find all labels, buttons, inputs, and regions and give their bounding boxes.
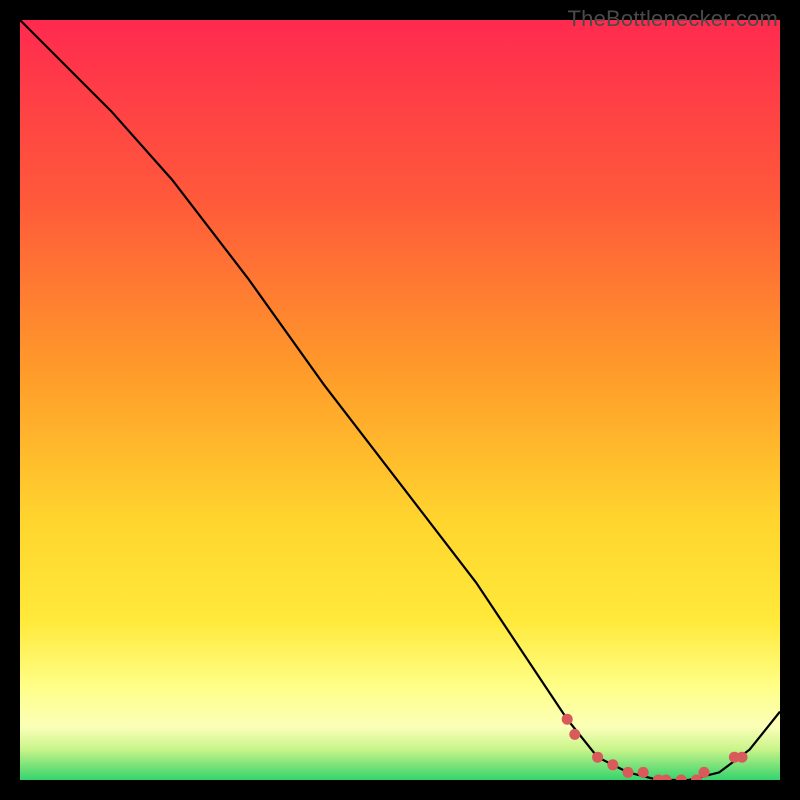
gradient-background	[20, 20, 780, 780]
chart-frame	[20, 20, 780, 780]
watermark-text: TheBottlenecker.com	[568, 6, 778, 32]
